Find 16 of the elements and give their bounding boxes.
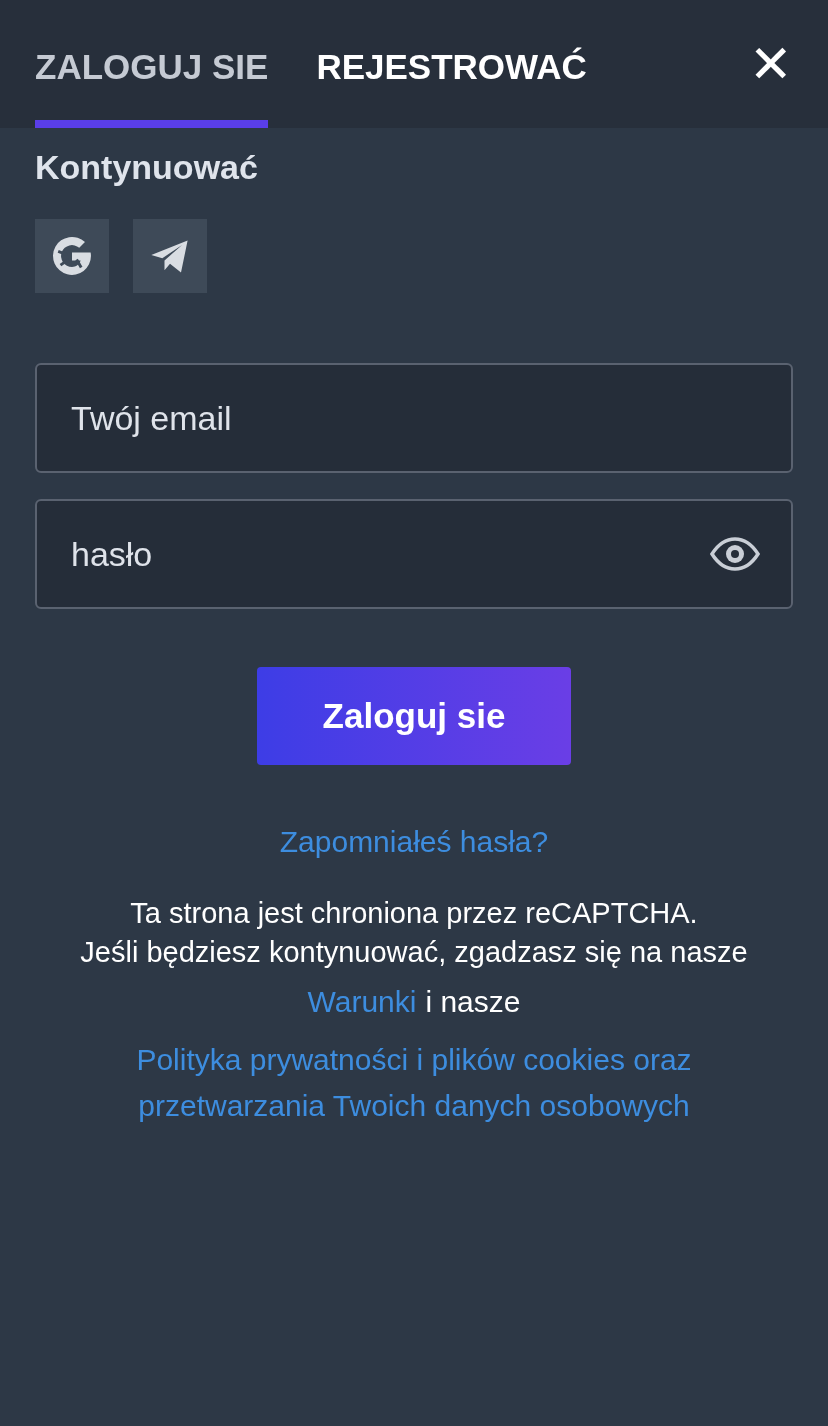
eye-icon[interactable]: [709, 537, 761, 571]
google-button[interactable]: [35, 219, 109, 293]
terms-link[interactable]: Warunki: [307, 985, 417, 1019]
telegram-button[interactable]: [133, 219, 207, 293]
password-field[interactable]: hasło: [35, 499, 793, 609]
tab[interactable]: ZALOGUJ SIE: [35, 0, 269, 128]
forgot-password-link[interactable]: Zapomniałeś hasła?: [279, 825, 549, 859]
privacy-policy-link[interactable]: Polityka prywatności i plików cookies oraz przetwarzania Twoich danych osobowych: [94, 1037, 734, 1129]
login-button[interactable]: Zaloguj sie: [257, 667, 571, 765]
recaptcha-notice-line: Jeśli będziesz kontynuować, zgadzasz się na nasze: [80, 936, 748, 969]
tab[interactable]: REJESTROWAĆ: [316, 0, 587, 128]
recaptcha-notice-line: Ta strona jest chroniona przez reCAPTCHA.: [130, 897, 698, 930]
terms-text: i nasze: [425, 985, 521, 1019]
email-field[interactable]: Twój email: [35, 363, 793, 473]
close-button[interactable]: ✕: [749, 38, 793, 90]
section-heading: Kontynuować: [35, 148, 259, 187]
